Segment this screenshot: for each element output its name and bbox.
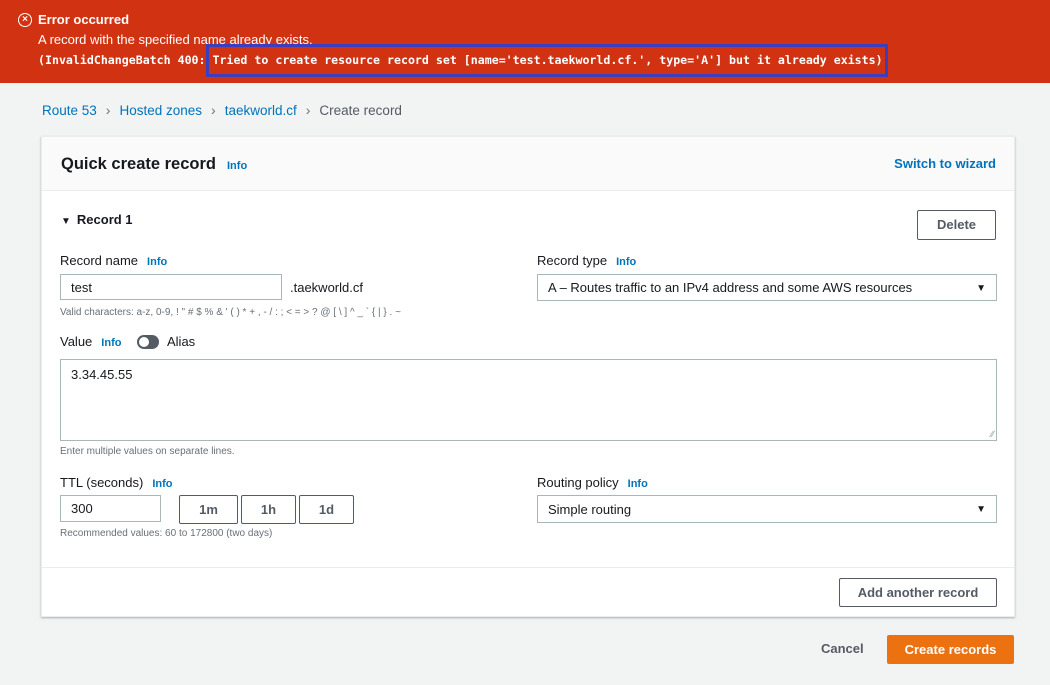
quick-create-panel: Quick create record Info Switch to wizar… [41,136,1015,617]
record-title: Record 1 [76,212,133,227]
routing-policy-label: Routing policy Info [537,475,648,490]
chevron-right-icon: › [105,102,111,118]
value-textarea[interactable]: 3.34.45.55 ∕∕ [60,359,997,441]
add-another-record-button[interactable]: Add another record [839,578,997,607]
create-records-button[interactable]: Create records [887,635,1014,664]
error-code-prefix: (InvalidChangeBatch 400: [38,53,213,67]
value-hint: Enter multiple values on separate lines. [60,446,235,457]
panel-title: Quick create record [61,155,216,173]
ttl-label-text: TTL (seconds) [60,475,144,490]
chevron-right-icon: › [305,102,311,118]
panel-info-link[interactable]: Info [227,160,247,172]
caret-down-icon: ▼ [976,283,986,294]
value-info-link[interactable]: Info [101,337,121,349]
breadcrumb: Route 53 › Hosted zones › taekworld.cf ›… [42,102,402,118]
record-type-value: A – Routes traffic to an IPv4 address an… [548,280,913,295]
routing-policy-value: Simple routing [548,501,632,517]
caret-down-icon: ▼ [976,504,986,515]
routing-policy-select[interactable]: Simple routing ▼ [537,495,997,523]
alias-toggle[interactable] [137,335,159,349]
error-banner: × Error occurred A record with the speci… [0,0,1050,83]
record-name-label-text: Record name [60,253,139,268]
caret-down-icon: ▼ [61,216,71,227]
chevron-right-icon: › [211,102,216,118]
record-section-toggle[interactable]: ▼ Record 1 [61,212,133,227]
switch-to-wizard-link[interactable]: Switch to wizard [894,156,996,171]
record-name-hint: Valid characters: a-z, 0-9, ! " # $ % & … [60,307,401,318]
record-type-label-text: Record type [537,253,608,268]
panel-footer-divider [42,567,1014,568]
value-text: 3.34.45.55 [71,367,133,382]
highlight-box [206,44,888,77]
record-type-label: Record type Info [537,253,636,268]
record-name-input[interactable]: test [60,274,282,300]
record-name-info-link[interactable]: Info [147,256,167,268]
ttl-1m-button[interactable]: 1m [179,495,238,524]
ttl-1h-button[interactable]: 1h [241,495,296,524]
record-name-label: Record name Info [60,253,167,268]
ttl-1d-button[interactable]: 1d [299,495,354,524]
routing-policy-label-text: Routing policy [537,475,619,490]
value-label-text: Value [60,334,93,349]
cancel-button[interactable]: Cancel [821,641,864,656]
resize-handle-icon[interactable]: ∕∕ [991,430,994,439]
breadcrumb-zone[interactable]: taekworld.cf [225,103,297,118]
alias-label: Alias [167,334,196,349]
delete-button[interactable]: Delete [917,210,996,240]
ttl-label: TTL (seconds) Info [60,475,173,490]
toggle-knob [139,337,149,347]
ttl-info-link[interactable]: Info [152,478,172,490]
routing-policy-info-link[interactable]: Info [628,478,648,490]
ttl-input[interactable]: 300 [60,495,161,522]
error-title: Error occurred [38,12,130,27]
breadcrumb-hosted-zones[interactable]: Hosted zones [119,103,202,118]
domain-suffix: .taekworld.cf [290,280,363,295]
breadcrumb-current: Create record [319,102,402,118]
record-type-info-link[interactable]: Info [616,256,636,268]
panel-header: Quick create record Info Switch to wizar… [42,137,1014,191]
error-circle-x-icon: × [18,13,32,27]
value-label: Value Info [60,334,121,349]
ttl-hint: Recommended values: 60 to 172800 (two da… [60,528,273,539]
record-type-select[interactable]: A – Routes traffic to an IPv4 address an… [537,274,997,301]
breadcrumb-route53[interactable]: Route 53 [42,103,97,118]
